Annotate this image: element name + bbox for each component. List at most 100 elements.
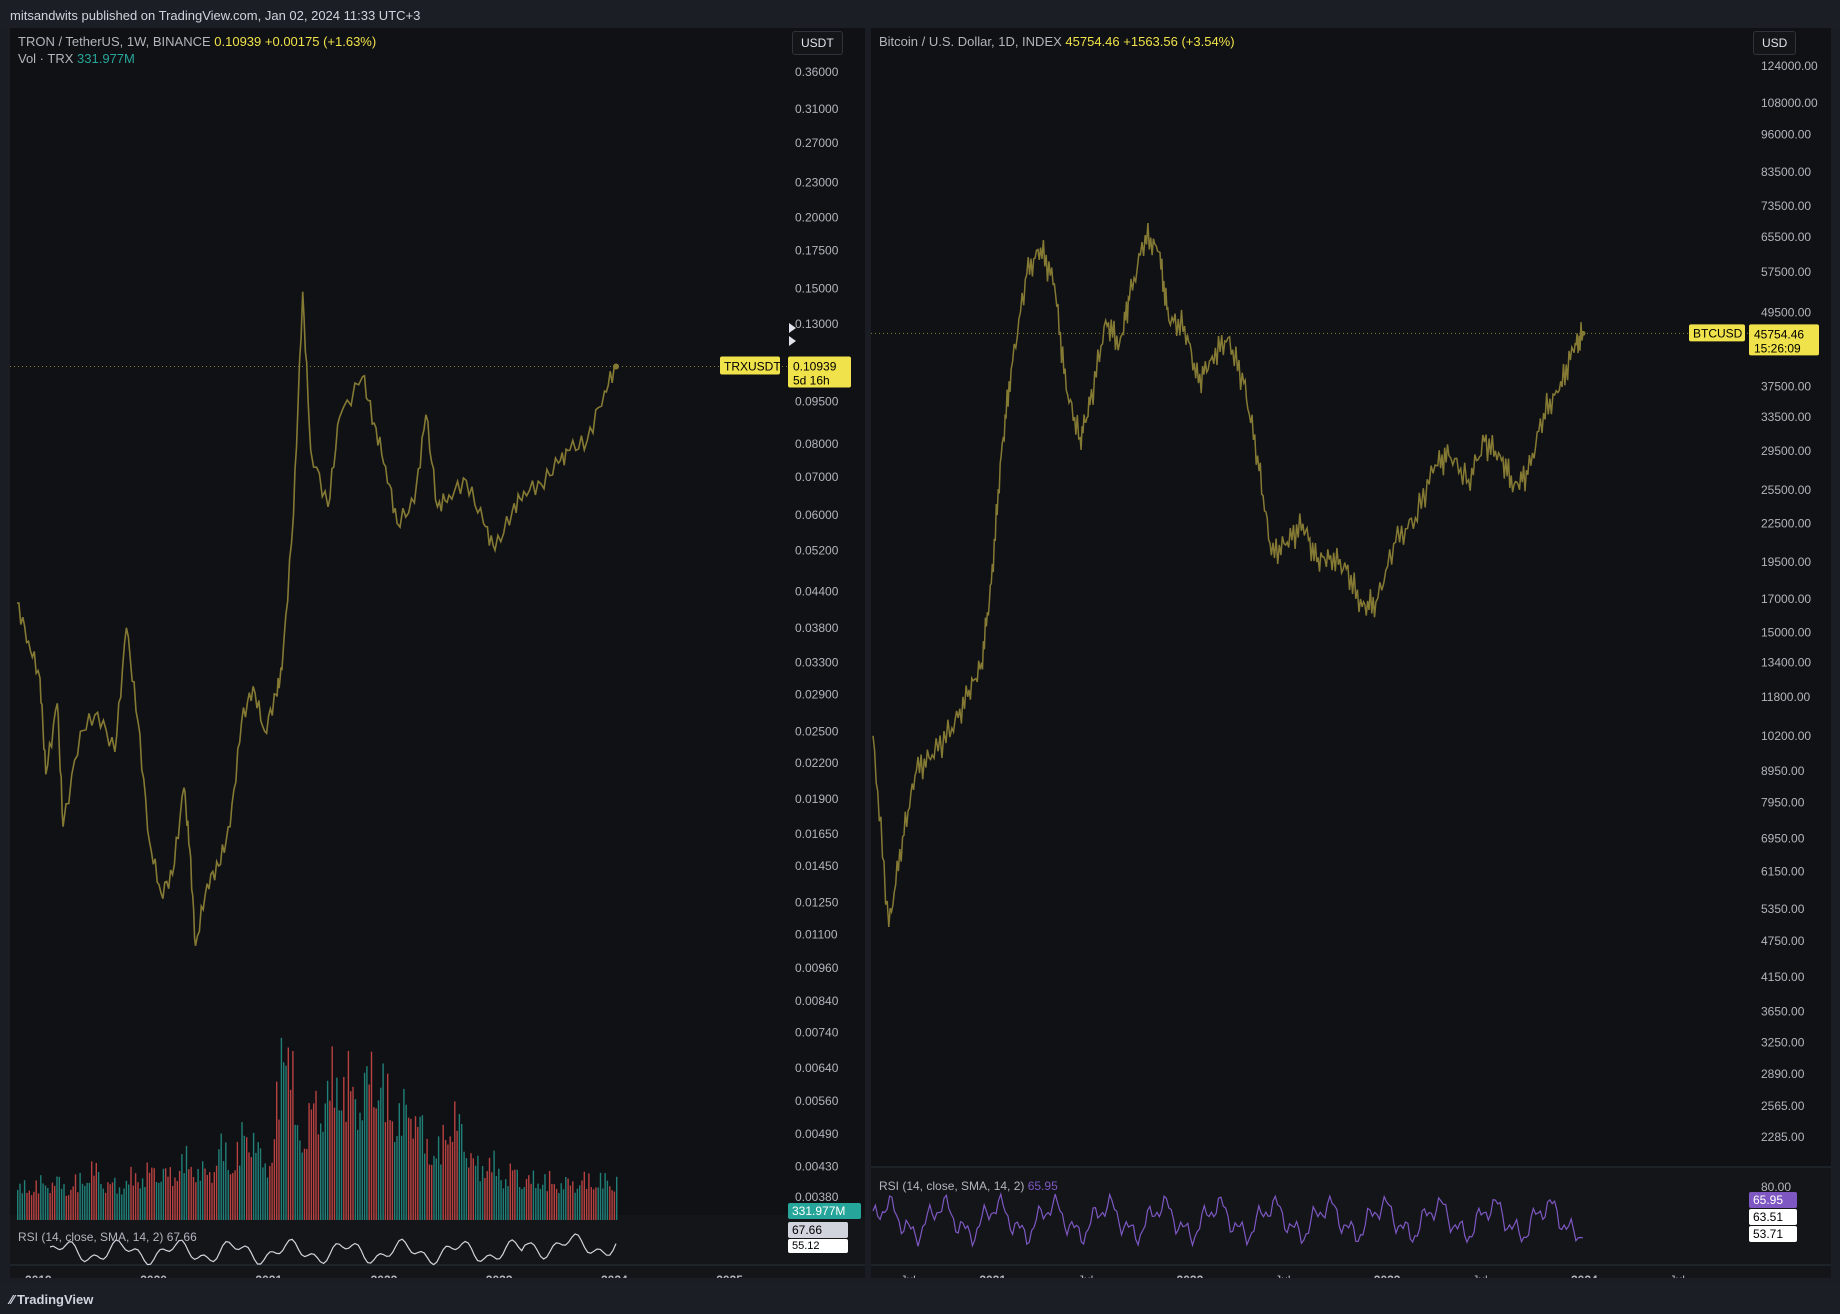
volume-bar bbox=[236, 1141, 239, 1220]
volume-bar bbox=[93, 1175, 95, 1220]
volume-bar bbox=[544, 1174, 546, 1220]
y-tick-label: 108000.00 bbox=[1761, 96, 1818, 110]
volume-bar bbox=[336, 1077, 338, 1220]
volume-bar bbox=[264, 1163, 266, 1220]
volume-bar bbox=[285, 1065, 287, 1220]
y-tick-label: 4150.00 bbox=[1761, 970, 1805, 984]
chart-panel-btc[interactable]: 124000.00 108000.00 96000.00 83500.00 73500.… bbox=[871, 28, 1831, 1278]
volume-bar bbox=[428, 1164, 431, 1220]
volume-bar bbox=[315, 1090, 317, 1220]
volume-bar bbox=[192, 1177, 195, 1220]
volume-bar bbox=[548, 1170, 551, 1220]
volume-bar bbox=[431, 1164, 433, 1220]
y-tick-label: 0.04400 bbox=[795, 585, 839, 599]
volume-bar bbox=[51, 1182, 54, 1220]
volume-bar bbox=[569, 1185, 572, 1220]
btc-rsi-label: RSI (14, close, SMA, 14, 2) bbox=[879, 1179, 1025, 1193]
volume-bar bbox=[250, 1157, 252, 1220]
btc-last: 45754.46 bbox=[1065, 34, 1120, 49]
y-tick-label: 10200.00 bbox=[1761, 729, 1811, 743]
trx-symbol: TRON / TetherUS, 1W, BINANCE bbox=[18, 34, 211, 49]
volume-bar bbox=[123, 1188, 125, 1220]
currency-button[interactable]: USDT bbox=[792, 31, 843, 55]
volume-bar bbox=[213, 1172, 215, 1220]
currency-button[interactable]: USD bbox=[1753, 31, 1797, 55]
volume-bar bbox=[35, 1180, 37, 1220]
chart-panel-trx[interactable]: 0.36000 0.31000 0.27000 0.23000 0.20000 0.175… bbox=[10, 28, 865, 1278]
volume-bar bbox=[516, 1169, 518, 1220]
volume-bar bbox=[37, 1193, 40, 1220]
volume-bar bbox=[278, 1119, 280, 1220]
volume-bar bbox=[301, 1152, 303, 1220]
volume-bar bbox=[63, 1184, 65, 1220]
volume-bar bbox=[553, 1184, 555, 1220]
volume-bar bbox=[481, 1166, 484, 1220]
btc-chart-canvas[interactable]: 124000.00 108000.00 96000.00 83500.00 73500.… bbox=[871, 28, 1831, 1278]
volume-bar bbox=[74, 1174, 77, 1220]
volume-bar bbox=[590, 1187, 592, 1220]
rsi-tag-2: 63.51 bbox=[1753, 1210, 1783, 1224]
volume-bar bbox=[366, 1066, 368, 1220]
trx-volume-legend: Vol · TRX 331.977M bbox=[18, 51, 135, 66]
y-tick-label: 13400.00 bbox=[1761, 656, 1811, 670]
volume-bar bbox=[347, 1051, 350, 1220]
volume-bar bbox=[65, 1195, 67, 1220]
volume-bar bbox=[454, 1101, 456, 1220]
volume-bar bbox=[266, 1177, 269, 1220]
y-tick-label: 8950.00 bbox=[1761, 764, 1805, 778]
volume-bar bbox=[292, 1051, 294, 1220]
volume-bar bbox=[433, 1155, 435, 1220]
y-tick-label: 0.07000 bbox=[795, 470, 839, 484]
volume-bar bbox=[398, 1103, 400, 1220]
volume-bar bbox=[500, 1180, 502, 1220]
volume-bar bbox=[100, 1184, 102, 1220]
volume-bar bbox=[23, 1180, 26, 1220]
trx-legend: TRON / TetherUS, 1W, BINANCE 0.10939 +0.… bbox=[18, 34, 376, 49]
volume-bar bbox=[160, 1181, 162, 1220]
volume-bar bbox=[218, 1149, 220, 1220]
volume-bar bbox=[560, 1183, 562, 1220]
btc-change: +1563.56 (+3.54%) bbox=[1123, 34, 1235, 49]
volume-bar bbox=[172, 1186, 174, 1220]
volume-bar bbox=[303, 1148, 306, 1220]
volume-bar bbox=[188, 1169, 190, 1220]
y-tick-label: 0.01250 bbox=[795, 896, 839, 910]
volume-bar bbox=[259, 1148, 262, 1220]
y-tick-label: 7950.00 bbox=[1761, 796, 1805, 810]
volume-bar bbox=[324, 1103, 326, 1220]
y-tick-label: 0.05200 bbox=[795, 543, 839, 557]
volume-bar bbox=[329, 1100, 331, 1220]
volume-bar bbox=[204, 1168, 206, 1220]
y-tick-label: 124000.00 bbox=[1761, 59, 1818, 73]
volume-bar bbox=[49, 1193, 51, 1220]
y-tick-label: 0.27000 bbox=[795, 136, 839, 150]
volume-bar bbox=[333, 1107, 336, 1220]
x-tick-label: Jul bbox=[1670, 1273, 1685, 1278]
tradingview-logo: ⁄⁄ TradingView bbox=[10, 1292, 93, 1307]
y-tick-label: 0.01900 bbox=[795, 792, 839, 806]
volume-bar bbox=[308, 1103, 310, 1220]
volume-bar bbox=[451, 1141, 454, 1220]
x-tick-label: 2022 bbox=[371, 1273, 398, 1278]
volume-bar bbox=[495, 1176, 498, 1220]
trx-chart-canvas[interactable]: 0.36000 0.31000 0.27000 0.23000 0.20000 0.175… bbox=[10, 28, 865, 1278]
volume-bar bbox=[400, 1135, 403, 1220]
y-tick-label: 3250.00 bbox=[1761, 1036, 1805, 1050]
volume-bar bbox=[165, 1168, 167, 1220]
volume-bar bbox=[178, 1170, 181, 1220]
volume-bar bbox=[84, 1185, 86, 1220]
volume-bar bbox=[595, 1187, 597, 1220]
vol-value: 331.977M bbox=[77, 51, 135, 66]
volume-bar bbox=[613, 1191, 616, 1220]
volume-bar bbox=[502, 1188, 505, 1220]
volume-bar bbox=[435, 1158, 437, 1220]
y-tick-label: 4750.00 bbox=[1761, 934, 1805, 948]
volume-bar bbox=[555, 1188, 558, 1220]
volume-bar bbox=[597, 1187, 599, 1220]
volume-bar bbox=[151, 1167, 153, 1220]
volume-bar bbox=[104, 1192, 107, 1220]
volume-bar bbox=[195, 1182, 197, 1220]
volume-bar bbox=[206, 1175, 208, 1220]
volume-bar bbox=[412, 1138, 414, 1220]
vol-tag: 331.977M bbox=[792, 1204, 845, 1218]
